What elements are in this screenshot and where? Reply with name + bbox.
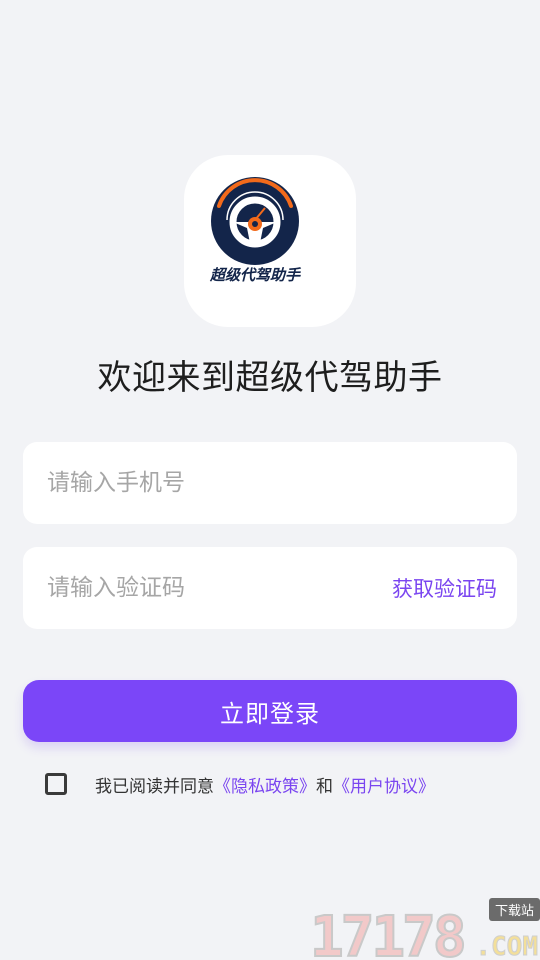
agreement-prefix: 我已阅读并同意 [95,776,214,797]
agreement-checkbox[interactable] [45,773,67,795]
watermark: 17178 下载站 .COM [309,898,540,960]
watermark-badge: 下载站 [488,898,540,921]
code-field[interactable]: 获取验证码 [23,547,517,629]
get-code-button[interactable]: 获取验证码 [392,573,497,603]
user-agreement-link[interactable]: 《用户协议》 [333,772,435,797]
agreement-conjunction: 和 [316,776,333,797]
code-input[interactable] [47,575,392,601]
welcome-title: 欢迎来到超级代驾助手 [97,358,443,398]
app-logo: 超级代驾助手 [184,155,356,327]
watermark-digits: 17178 [309,905,468,960]
steering-wheel-icon: 超级代驾助手 [209,177,302,284]
agreement-row: 我已阅读并同意 《隐私政策》 和 《用户协议》 [45,770,435,798]
logo-text: 超级代驾助手 [209,266,302,284]
phone-input[interactable] [47,470,497,496]
login-button[interactable]: 立即登录 [23,680,517,742]
phone-field[interactable] [23,442,517,524]
watermark-suffix: .COM [475,932,539,960]
privacy-policy-link[interactable]: 《隐私政策》 [214,772,316,797]
